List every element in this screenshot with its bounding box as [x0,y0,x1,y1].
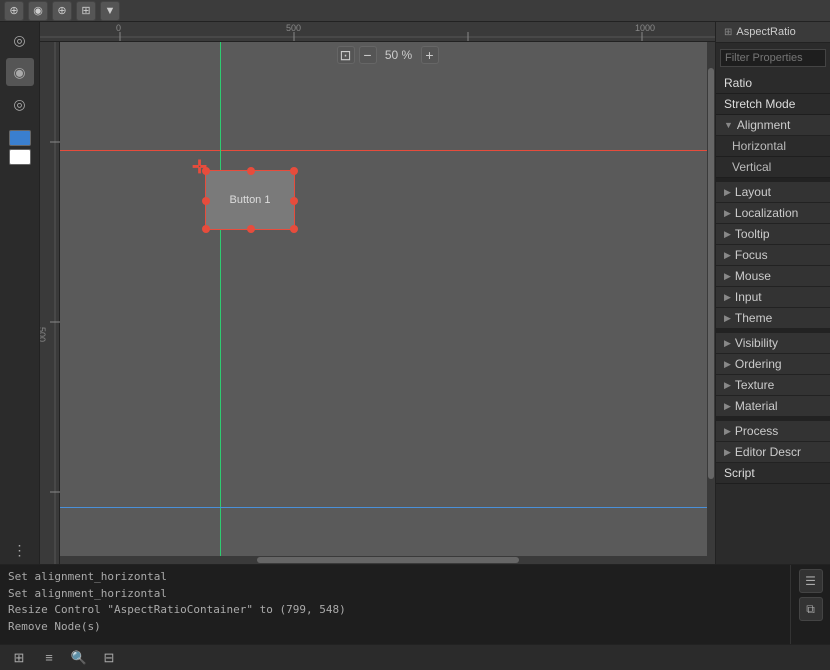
chevron-texture: ▶ [724,380,731,391]
handle-tl[interactable] [202,167,210,175]
main-area: ◎ ◉ ◎ ⋮ 0 500 [0,22,830,564]
chevron-input: ▶ [724,292,731,303]
toolbar-btn-4[interactable]: ⊞ [76,1,96,21]
panel-item-ratio: Ratio [716,73,830,94]
ruler-vertical: 500 [40,42,60,564]
chevron-editor-descr: ▶ [724,447,731,458]
log-line-4: Remove Node(s) [8,619,782,636]
chevron-material: ▶ [724,401,731,412]
section-focus[interactable]: ▶ Focus [716,245,830,266]
section-alignment[interactable]: ▼ Alignment [716,115,830,136]
status-btn-list[interactable]: ≡ [38,647,60,669]
panel-title: ⊞ AspectRatio [716,22,830,43]
chevron-alignment: ▼ [724,120,733,130]
right-panel: ⊞ AspectRatio Ratio Stretch Mode ▼ Align… [715,22,830,564]
blue-horizontal-line [60,507,715,508]
section-localization[interactable]: ▶ Localization [716,203,830,224]
section-layout[interactable]: ▶ Layout [716,182,830,203]
color-swatch-white[interactable] [9,149,31,165]
svg-text:1000: 1000 [635,23,655,33]
toolbar-btn-1[interactable]: ⊕ [4,1,24,21]
chevron-tooltip: ▶ [724,229,731,240]
toolbar-btn-3[interactable]: ⊕ [52,1,72,21]
sidebar-icon-3[interactable]: ◎ [6,90,34,118]
section-editor-descr[interactable]: ▶ Editor Descr [716,442,830,463]
chevron-focus: ▶ [724,250,731,261]
status-btn-grid[interactable]: ⊞ [8,647,30,669]
green-vertical-line [220,42,221,564]
handle-br[interactable] [290,225,298,233]
svg-text:500: 500 [40,327,47,342]
handle-bl[interactable] [202,225,210,233]
panel-item-horizontal[interactable]: Horizontal [716,136,830,157]
section-input[interactable]: ▶ Input [716,287,830,308]
section-theme[interactable]: ▶ Theme [716,308,830,329]
status-btn-search[interactable]: 🔍 [68,647,90,669]
ruler-horizontal: 0 500 1000 [40,22,715,42]
handle-mr[interactable] [290,197,298,205]
h-scrollbar-thumb[interactable] [257,557,519,563]
handle-ml[interactable] [202,197,210,205]
panel-item-script: Script [716,463,830,484]
log-btn-filter[interactable]: ☰ [799,569,823,593]
section-process[interactable]: ▶ Process [716,421,830,442]
left-sidebar: ◎ ◉ ◎ ⋮ [0,22,40,564]
sidebar-icon-2[interactable]: ◉ [6,58,34,86]
fit-button[interactable]: ⊡ [337,46,355,64]
log-line-1: Set alignment_horizontal [8,569,782,586]
v-scrollbar-thumb[interactable] [708,68,714,479]
panel-item-vertical[interactable]: Vertical [716,157,830,178]
canvas-viewport[interactable]: ⊡ − 50 % + ✛ Button 1 [60,42,715,564]
canvas-body: 500 ⊡ − 50 % + [40,42,715,564]
panel-item-stretch: Stretch Mode [716,94,830,115]
red-horizontal-line [60,150,715,151]
filter-input[interactable] [720,49,826,67]
sidebar-icon-bottom[interactable]: ⋮ [6,536,34,564]
log-toolbar: ☰ ⧉ [790,565,830,644]
panel-title-text: AspectRatio [736,26,795,38]
chevron-mouse: ▶ [724,271,731,282]
bottom-area: Set alignment_horizontal Set alignment_h… [0,564,830,644]
chevron-ordering: ▶ [724,359,731,370]
section-ordering[interactable]: ▶ Ordering [716,354,830,375]
chevron-theme: ▶ [724,313,731,324]
zoom-label: 50 % [381,48,417,62]
canvas-area: 0 500 1000 500 [40,22,715,564]
v-scrollbar[interactable] [707,42,715,556]
top-toolbar: ⊕ ◉ ⊕ ⊞ ▼ [0,0,830,22]
handle-tm[interactable] [247,167,255,175]
section-texture[interactable]: ▶ Texture [716,375,830,396]
section-tooltip[interactable]: ▶ Tooltip [716,224,830,245]
svg-text:500: 500 [286,23,301,33]
element-label: Button 1 [230,194,271,206]
log-panel: Set alignment_horizontal Set alignment_h… [0,565,790,644]
handle-tr[interactable] [290,167,298,175]
h-scrollbar[interactable] [60,556,715,564]
status-bar: ⊞ ≡ 🔍 ⊟ [0,644,830,670]
log-line-3: Resize Control "AspectRatioContainer" to… [8,602,782,619]
section-visibility[interactable]: ▶ Visibility [716,333,830,354]
canvas-element-button1[interactable]: ✛ Button 1 [205,170,295,230]
color-swatch-blue[interactable] [9,130,31,146]
toolbar-btn-2[interactable]: ◉ [28,1,48,21]
sidebar-icon-1[interactable]: ◎ [6,26,34,54]
chevron-layout: ▶ [724,187,731,198]
log-line-2: Set alignment_horizontal [8,586,782,603]
log-btn-copy[interactable]: ⧉ [799,597,823,621]
chevron-localization: ▶ [724,208,731,219]
handle-bm[interactable] [247,225,255,233]
chevron-visibility: ▶ [724,338,731,349]
toolbar-btn-5[interactable]: ▼ [100,1,120,21]
zoom-bar: ⊡ − 50 % + [337,46,439,64]
zoom-in-button[interactable]: + [421,46,439,64]
section-mouse[interactable]: ▶ Mouse [716,266,830,287]
status-btn-minus[interactable]: ⊟ [98,647,120,669]
filter-container [716,43,830,73]
chevron-process: ▶ [724,426,731,437]
zoom-out-button[interactable]: − [359,46,377,64]
section-material[interactable]: ▶ Material [716,396,830,417]
svg-text:0: 0 [116,23,121,33]
